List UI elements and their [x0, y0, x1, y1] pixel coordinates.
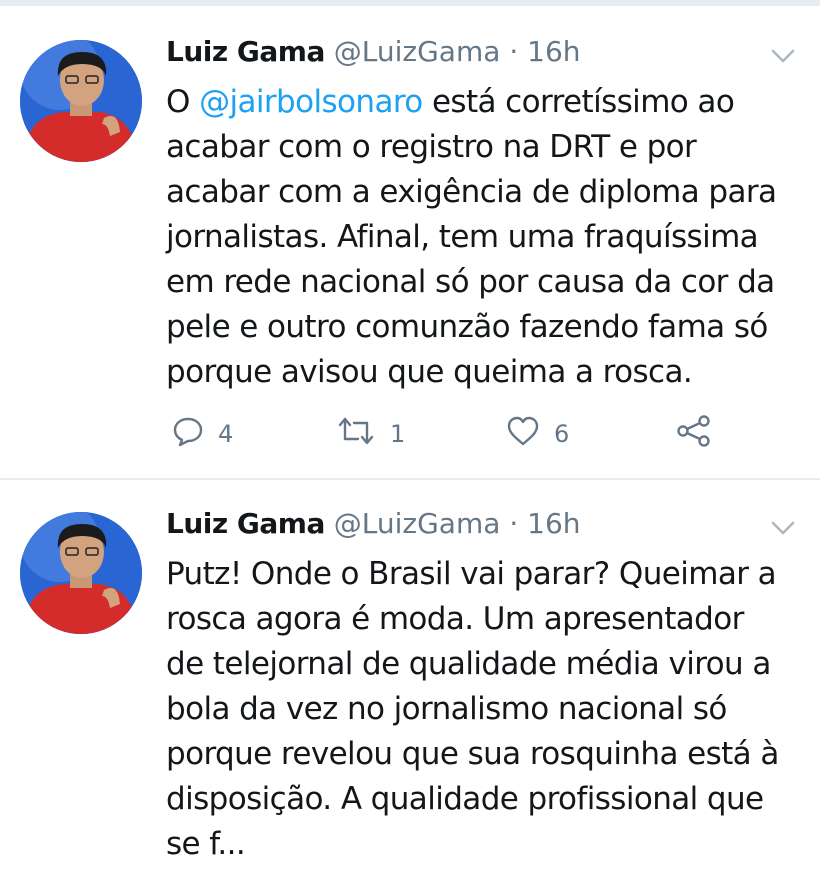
tweet-line: porque avisou que queima a rosca. — [166, 354, 693, 390]
tweet-line: de telejornal de qualidade média virou a — [166, 646, 771, 682]
mention-link[interactable]: @jairbolsonaro — [199, 84, 423, 120]
retweet-count: 1 — [390, 420, 406, 448]
separator: · — [509, 507, 519, 540]
tweet-text: O @jairbolsonaro está corretíssimo ao ac… — [166, 80, 806, 395]
tweet[interactable]: Luiz Gama @LuizGama · 16h O @jairbolsona… — [0, 6, 820, 480]
share-button[interactable] — [676, 414, 726, 454]
tweet-line: Putz! Onde o Brasil vai parar? Queimar a — [166, 556, 777, 592]
tweet-line: jornalistas. Afinal, tem uma fraquíssima — [166, 219, 759, 255]
timestamp[interactable]: 16h — [527, 35, 580, 68]
tweet-line: porque revelou que sua rosquinha está à — [166, 736, 779, 772]
reply-icon — [172, 415, 218, 453]
tweet-line: acabar com a exigência de diploma para — [166, 174, 777, 210]
tweet-text: Putz! Onde o Brasil vai parar? Queimar a… — [166, 552, 806, 867]
tweet-line: bola da vez no jornalismo nacional só — [166, 691, 727, 727]
tweet-actions: 4 1 6 — [172, 414, 772, 454]
display-name[interactable]: Luiz Gama — [166, 35, 325, 68]
user-handle[interactable]: @LuizGama — [334, 507, 501, 540]
reply-button[interactable]: 4 — [172, 414, 233, 454]
text-fragment: está corretíssimo ao — [422, 84, 735, 120]
tweet-line: em rede nacional só por causa da cor da — [166, 264, 775, 300]
tweet-header: Luiz Gama @LuizGama · 16h — [166, 34, 581, 70]
separator: · — [509, 35, 519, 68]
tweet-line: O @jairbolsonaro está corretíssimo ao — [166, 80, 806, 125]
share-icon — [676, 414, 726, 454]
retweet-button[interactable]: 1 — [336, 414, 405, 454]
tweet-line: se f... — [166, 826, 246, 862]
tweet-line: pele e outro comunzão fazendo fama só — [166, 309, 768, 345]
display-name[interactable]: Luiz Gama — [166, 507, 325, 540]
timestamp[interactable]: 16h — [527, 507, 580, 540]
tweet-line: acabar com o registro na DRT e por — [166, 129, 697, 165]
avatar[interactable] — [20, 512, 142, 634]
avatar[interactable] — [20, 40, 142, 162]
like-button[interactable]: 6 — [506, 414, 569, 454]
chevron-down-icon[interactable] — [770, 518, 796, 538]
text-prefix: O — [166, 84, 200, 120]
like-count: 6 — [554, 420, 570, 448]
retweet-icon — [336, 415, 390, 453]
chevron-down-icon[interactable] — [770, 46, 796, 66]
tweet-header: Luiz Gama @LuizGama · 16h — [166, 506, 581, 542]
user-handle[interactable]: @LuizGama — [334, 35, 501, 68]
tweet[interactable]: Luiz Gama @LuizGama · 16h Putz! Onde o B… — [0, 480, 820, 894]
tweet-line: rosca agora é moda. Um apresentador — [166, 601, 744, 637]
tweet-line: disposição. A qualidade profissional que — [166, 781, 764, 817]
reply-count: 4 — [218, 420, 234, 448]
heart-icon — [506, 415, 554, 453]
